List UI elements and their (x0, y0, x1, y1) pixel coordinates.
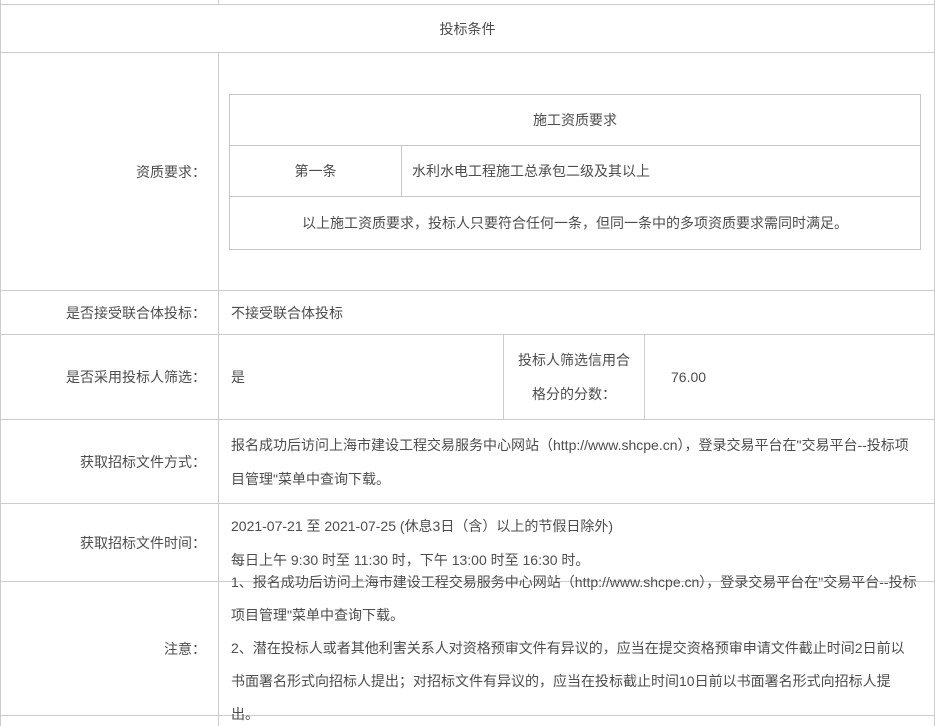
qualification-label: 资质要求： (1, 53, 219, 290)
notice-value-cell: 1、报名成功后访问上海市建设工程交易服务中心网站（http://www.shcp… (219, 582, 934, 715)
section-header-row: 投标条件 (1, 5, 934, 53)
doc-method-text: 报名成功后访问上海市建设工程交易服务中心网站（http://www.shcpe.… (231, 428, 918, 496)
qualification-clause-row: 第一条 水利水电工程施工总承包二级及其以上 (230, 146, 920, 197)
construction-qualification-table: 施工资质要求 第一条 水利水电工程施工总承包二级及其以上 以上施工资质要求，投标… (229, 94, 921, 250)
qualification-row: 资质要求： 施工资质要求 第一条 水利水电工程施工总承包二级及其以上 以上施工资… (1, 53, 934, 291)
consortium-value: 不接受联合体投标 (219, 291, 934, 334)
screening-row: 是否采用投标人筛选： 是 投标人筛选信用合格分的分数： 76.00 (1, 335, 934, 420)
notice-item-2: 2、潜在投标人或者其他利害关系人对资格预审文件有异议的，应当在提交资格预审申请文… (231, 632, 918, 726)
doc-method-label: 获取招标文件方式： (1, 420, 219, 503)
previous-row-value-cell (219, 0, 934, 4)
consortium-label: 是否接受联合体投标： (1, 291, 219, 334)
screening-label: 是否采用投标人筛选： (1, 335, 219, 419)
qualification-value-cell: 施工资质要求 第一条 水利水电工程施工总承包二级及其以上 以上施工资质要求，投标… (219, 53, 934, 290)
previous-row-label-cell (1, 0, 219, 4)
next-row-value-cell (219, 716, 934, 726)
next-row-label-cell (1, 716, 219, 726)
next-row-fragment (1, 716, 934, 726)
doc-time-dates: 2021-07-21 至 2021-07-25 (休息3日（含）以上的节假日除外… (231, 509, 613, 543)
screening-score-value: 76.00 (645, 335, 934, 419)
section-title: 投标条件 (440, 19, 496, 39)
doc-method-row: 获取招标文件方式： 报名成功后访问上海市建设工程交易服务中心网站（http://… (1, 420, 934, 504)
bid-conditions-table: 投标条件 资质要求： 施工资质要求 第一条 水利水电工程施工总承包二级及其以上 … (0, 0, 935, 726)
doc-method-value-cell: 报名成功后访问上海市建设工程交易服务中心网站（http://www.shcpe.… (219, 420, 934, 503)
doc-time-label: 获取招标文件时间： (1, 504, 219, 581)
notice-label: 注意： (1, 582, 219, 715)
clause-requirement: 水利水电工程施工总承包二级及其以上 (402, 146, 920, 196)
screening-value: 是 (219, 335, 504, 419)
screening-score-label: 投标人筛选信用合格分的分数： (504, 335, 645, 419)
construction-qualification-title: 施工资质要求 (230, 95, 920, 146)
notice-item-1: 1、报名成功后访问上海市建设工程交易服务中心网站（http://www.shcp… (231, 566, 918, 632)
consortium-row: 是否接受联合体投标： 不接受联合体投标 (1, 291, 934, 335)
notice-row: 注意： 1、报名成功后访问上海市建设工程交易服务中心网站（http://www.… (1, 582, 934, 716)
qualification-note: 以上施工资质要求，投标人只要符合任何一条，但同一条中的多项资质要求需同时满足。 (230, 197, 920, 249)
clause-number: 第一条 (230, 146, 402, 196)
